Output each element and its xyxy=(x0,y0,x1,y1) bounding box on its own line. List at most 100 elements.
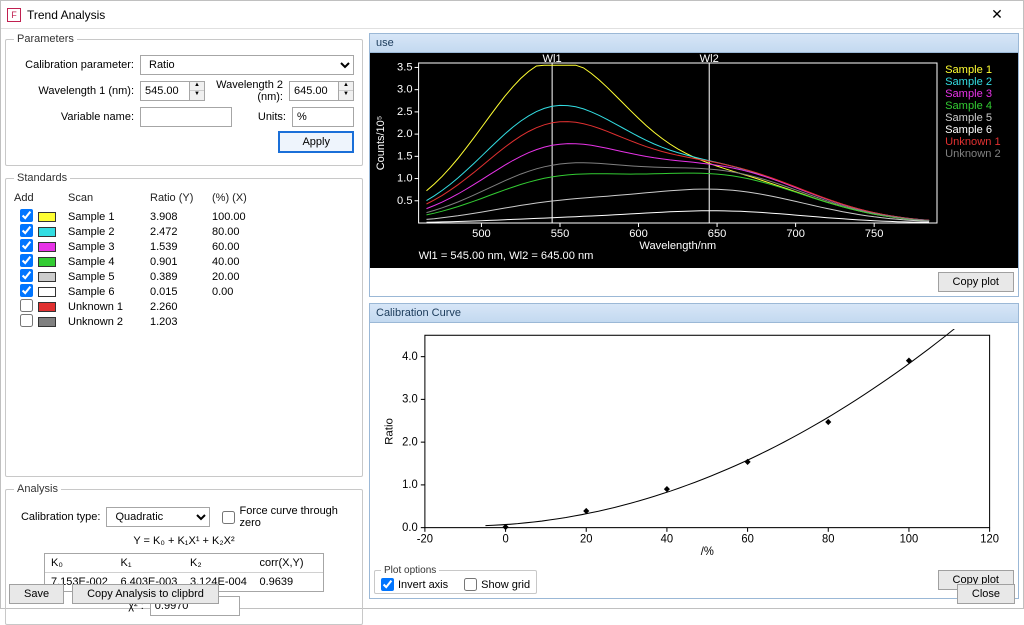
standards-legend: Standards xyxy=(14,172,70,184)
pct-value: 60.00 xyxy=(212,241,282,253)
wl2-label: Wavelength 2 (nm): xyxy=(211,79,283,103)
standards-group: Standards Add Scan Ratio (Y) (%) (X) Sam… xyxy=(5,172,363,477)
svg-text:Sample 5: Sample 5 xyxy=(945,112,992,124)
pct-value: 80.00 xyxy=(212,226,282,238)
svg-text:Sample 4: Sample 4 xyxy=(945,100,992,112)
show-grid-checkbox[interactable]: Show grid xyxy=(464,578,530,591)
calib-type-select[interactable]: Quadratic xyxy=(106,507,210,527)
row-checkbox[interactable] xyxy=(20,269,33,282)
svg-text:40: 40 xyxy=(661,533,673,545)
close-button[interactable]: Close xyxy=(957,584,1015,604)
svg-text:3.0: 3.0 xyxy=(402,393,418,405)
svg-text:550: 550 xyxy=(551,228,570,240)
svg-text:Wl1: Wl1 xyxy=(543,53,562,65)
svg-text:1.0: 1.0 xyxy=(397,173,412,185)
units-label: Units: xyxy=(238,111,286,123)
plot-options-group: Plot options Invert axis Show grid xyxy=(374,565,537,594)
svg-text:60: 60 xyxy=(741,533,753,545)
wl1-down-icon[interactable]: ▼ xyxy=(190,91,204,100)
svg-text:100: 100 xyxy=(900,533,919,545)
wl1-input[interactable] xyxy=(140,81,190,101)
svg-text:2.5: 2.5 xyxy=(397,106,412,118)
scan-name: Sample 5 xyxy=(68,271,150,283)
row-checkbox[interactable] xyxy=(20,239,33,252)
wl2-down-icon[interactable]: ▼ xyxy=(339,91,353,100)
svg-text:Wavelength/nm: Wavelength/nm xyxy=(639,240,716,252)
svg-text:20: 20 xyxy=(580,533,592,545)
ratio-value: 0.901 xyxy=(150,256,212,268)
row-checkbox[interactable] xyxy=(20,314,33,327)
calib-param-select[interactable]: Ratio xyxy=(140,55,354,75)
table-row[interactable]: Sample 40.90140.00 xyxy=(14,254,354,269)
svg-text:Unknown 2: Unknown 2 xyxy=(945,148,1001,160)
wl1-spinner[interactable]: ▲▼ xyxy=(140,81,205,101)
scan-name: Sample 4 xyxy=(68,256,150,268)
apply-button[interactable]: Apply xyxy=(278,131,354,153)
table-row[interactable]: Sample 50.38920.00 xyxy=(14,269,354,284)
svg-text:500: 500 xyxy=(472,228,491,240)
pct-value: 20.00 xyxy=(212,271,282,283)
copy-use-plot-button[interactable]: Copy plot xyxy=(938,272,1014,292)
svg-text:0: 0 xyxy=(502,533,508,545)
svg-text:Sample 2: Sample 2 xyxy=(945,76,992,88)
row-checkbox[interactable] xyxy=(20,224,33,237)
close-icon[interactable]: ✕ xyxy=(977,6,1017,23)
invert-axis-checkbox[interactable]: Invert axis xyxy=(381,578,448,591)
wl1-up-icon[interactable]: ▲ xyxy=(190,82,204,91)
units-input[interactable] xyxy=(292,107,354,127)
scan-name: Unknown 2 xyxy=(68,316,150,328)
use-panel: use 5005506006507007500.51.01.52.02.53.0… xyxy=(369,33,1019,297)
pct-value: 100.00 xyxy=(212,211,282,223)
svg-text:-20: -20 xyxy=(417,533,433,545)
wl2-spinner[interactable]: ▲▼ xyxy=(289,81,354,101)
svg-text:Sample 3: Sample 3 xyxy=(945,88,992,100)
standards-body: Sample 13.908100.00Sample 22.47280.00Sam… xyxy=(14,208,354,468)
scan-name: Sample 1 xyxy=(68,211,150,223)
svg-text:120: 120 xyxy=(980,533,999,545)
svg-text:/%: /% xyxy=(701,546,714,558)
svg-text:3.5: 3.5 xyxy=(397,62,412,74)
ratio-value: 2.260 xyxy=(150,301,212,313)
svg-text:Ratio: Ratio xyxy=(383,418,395,445)
scan-name: Sample 3 xyxy=(68,241,150,253)
wl2-up-icon[interactable]: ▲ xyxy=(339,82,353,91)
svg-text:2.0: 2.0 xyxy=(397,128,412,140)
svg-text:Wl2: Wl2 xyxy=(700,53,719,65)
svg-text:0.5: 0.5 xyxy=(397,195,412,207)
scan-name: Unknown 1 xyxy=(68,301,150,313)
row-checkbox[interactable] xyxy=(20,299,33,312)
table-row[interactable]: Sample 60.0150.00 xyxy=(14,284,354,299)
window-title: Trend Analysis xyxy=(27,8,977,22)
row-checkbox[interactable] xyxy=(20,209,33,222)
calibration-panel-title: Calibration Curve xyxy=(370,304,1018,323)
row-checkbox[interactable] xyxy=(20,254,33,267)
calibration-panel: Calibration Curve -200204060801001200.01… xyxy=(369,303,1019,599)
varname-label: Variable name: xyxy=(14,111,134,123)
formula-text: Y = K₀ + K₁X¹ + K₂X² xyxy=(14,535,354,547)
save-button[interactable]: Save xyxy=(9,584,64,604)
table-row[interactable]: Sample 31.53960.00 xyxy=(14,239,354,254)
svg-text:1.5: 1.5 xyxy=(397,150,412,162)
table-row[interactable]: Sample 13.908100.00 xyxy=(14,209,354,224)
svg-text:Wl1 = 545.00 nm, Wl2 = 645.00: Wl1 = 545.00 nm, Wl2 = 645.00 nm xyxy=(419,250,594,262)
copy-analysis-button[interactable]: Copy Analysis to clipbrd xyxy=(72,584,219,604)
calib-type-label: Calibration type: xyxy=(14,511,100,523)
row-checkbox[interactable] xyxy=(20,284,33,297)
svg-text:750: 750 xyxy=(865,228,884,240)
svg-text:Counts/10⁵: Counts/10⁵ xyxy=(375,116,387,171)
table-row[interactable]: Sample 22.47280.00 xyxy=(14,224,354,239)
parameters-legend: Parameters xyxy=(14,33,77,45)
varname-input[interactable] xyxy=(140,107,232,127)
svg-text:Sample 1: Sample 1 xyxy=(945,64,992,76)
table-row[interactable]: Unknown 12.260 xyxy=(14,299,354,314)
table-row[interactable]: Unknown 21.203 xyxy=(14,314,354,329)
use-panel-title: use xyxy=(370,34,1018,53)
svg-text:0.0: 0.0 xyxy=(402,522,418,534)
color-swatch xyxy=(38,317,56,327)
wl2-input[interactable] xyxy=(289,81,339,101)
force-zero-checkbox[interactable]: Force curve through zero xyxy=(222,505,354,529)
wl1-label: Wavelength 1 (nm): xyxy=(14,85,134,97)
svg-text:1.0: 1.0 xyxy=(402,479,418,491)
ratio-value: 3.908 xyxy=(150,211,212,223)
ratio-value: 0.389 xyxy=(150,271,212,283)
